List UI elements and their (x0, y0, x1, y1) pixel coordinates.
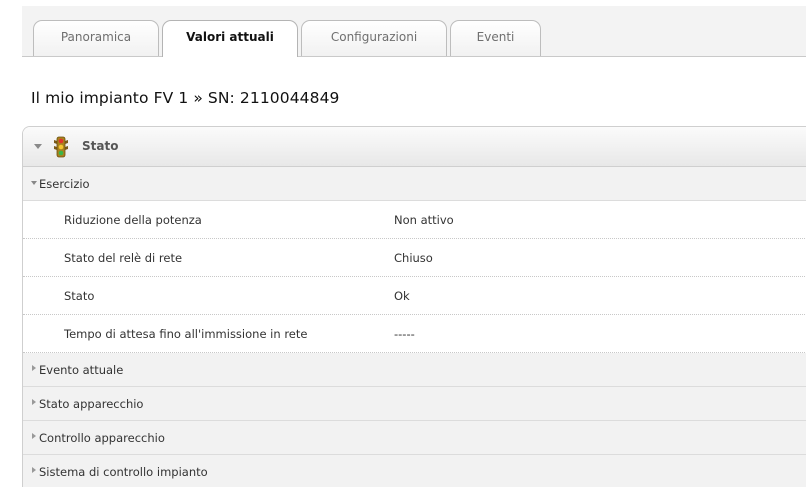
table-row: Riduzione della potenza Non attivo (23, 201, 806, 239)
section-stato-apparecchio[interactable]: Stato apparecchio (23, 387, 806, 421)
expand-right-icon (32, 467, 36, 473)
panel-title: Stato (82, 139, 119, 153)
table-row: Stato del relè di rete Chiuso (23, 239, 806, 277)
row-value: Ok (394, 289, 410, 303)
section-esercizio[interactable]: Esercizio (23, 167, 806, 201)
row-value: ----- (394, 327, 415, 341)
panel-header[interactable]: Stato (23, 127, 806, 167)
expand-right-icon (32, 399, 36, 405)
section-label: Esercizio (39, 177, 90, 191)
row-value: Non attivo (394, 213, 454, 227)
tab-configurazioni[interactable]: Configurazioni (301, 20, 447, 56)
row-key: Tempo di attesa fino all'immissione in r… (64, 327, 308, 341)
row-value: Chiuso (394, 251, 433, 265)
collapse-caret-icon[interactable] (34, 144, 42, 149)
tab-bar: Panoramica Valori attuali Configurazioni… (22, 6, 806, 57)
table-row: Stato Ok (23, 277, 806, 315)
tab-valori-attuali[interactable]: Valori attuali (162, 20, 298, 57)
row-key: Riduzione della potenza (64, 213, 202, 227)
tab-panoramica[interactable]: Panoramica (33, 20, 159, 56)
table-row: Tempo di attesa fino all'immissione in r… (23, 315, 806, 353)
expand-right-icon (32, 433, 36, 439)
section-label: Controllo apparecchio (39, 431, 165, 445)
section-label: Stato apparecchio (39, 397, 144, 411)
page-title: Il mio impianto FV 1 » SN: 2110044849 (31, 89, 340, 107)
section-label: Evento attuale (39, 363, 124, 377)
tab-eventi[interactable]: Eventi (450, 20, 541, 56)
expand-right-icon (32, 365, 36, 371)
section-controllo-apparecchio[interactable]: Controllo apparecchio (23, 421, 806, 455)
section-evento-attuale[interactable]: Evento attuale (23, 353, 806, 387)
traffic-light-icon (54, 136, 68, 158)
expand-down-icon (31, 181, 37, 185)
stato-panel: Stato Esercizio Riduzione della potenza … (22, 126, 806, 487)
section-label: Sistema di controllo impianto (39, 465, 208, 479)
row-key: Stato del relè di rete (64, 251, 183, 265)
section-sistema-controllo-impianto[interactable]: Sistema di controllo impianto (23, 455, 806, 487)
row-key: Stato (64, 289, 95, 303)
